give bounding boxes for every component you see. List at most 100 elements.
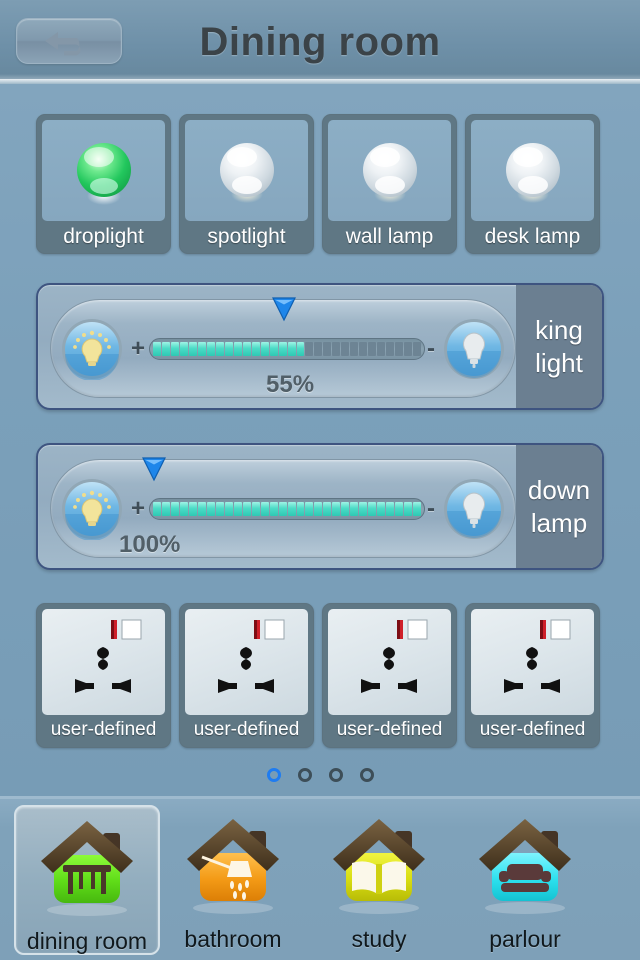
dimmer-segment (153, 341, 161, 356)
nav-item-parlour[interactable]: parlour (452, 805, 598, 955)
dimmer-segment (242, 501, 251, 516)
dimmer-segment (368, 501, 377, 516)
dimmer-segment (278, 341, 287, 356)
main-content: droplight spotlight wall lamp desk lamp … (0, 84, 640, 796)
slider-thumb-icon[interactable] (141, 456, 167, 482)
nav-item-label: bathroom (184, 926, 282, 952)
dimmer-segment (233, 501, 242, 516)
dimmer-segment (224, 341, 233, 356)
dimmer-segment (215, 341, 224, 356)
dimmer-segment (188, 501, 197, 516)
light-tile-desk-lamp[interactable]: desk lamp (465, 114, 600, 254)
bulb-bright-icon[interactable] (61, 478, 123, 541)
dimmer-segment (341, 341, 350, 356)
light-tile-droplight[interactable]: droplight (36, 114, 171, 254)
dimmer-segment (161, 501, 170, 516)
dimmer-segment (341, 501, 350, 516)
socket-tile-1[interactable]: user-defined (36, 603, 171, 748)
dimmer-segment (296, 341, 305, 356)
brightness-decrease-sign[interactable]: - (427, 335, 435, 363)
page-indicator (0, 768, 640, 782)
dimmer-segment (224, 501, 233, 516)
dimmer-segment (153, 501, 161, 516)
nav-item-label: parlour (489, 926, 561, 952)
light-tile-row: droplight spotlight wall lamp desk lamp (36, 114, 604, 254)
dimmer-segment (305, 501, 314, 516)
dimmer-segment (368, 341, 377, 356)
dimmer-segment (206, 501, 215, 516)
socket-tile-label: user-defined (479, 719, 586, 740)
dimmer-segment (242, 341, 251, 356)
nav-item-bathroom[interactable]: bathroom (160, 805, 306, 955)
dimmer-segment (179, 341, 188, 356)
page-dot-2[interactable] (297, 768, 312, 782)
light-tile-label: droplight (63, 225, 144, 248)
bulb-dim-icon[interactable] (443, 318, 505, 380)
dimmer-segment (260, 501, 269, 516)
dimmer-segment (404, 341, 413, 356)
brightness-increase-sign[interactable]: + (131, 335, 145, 363)
dimmer-segment (413, 501, 422, 516)
dimmer-track-down-lamp[interactable] (149, 497, 425, 520)
dimmer-segment (359, 341, 368, 356)
brightness-increase-sign[interactable]: + (131, 495, 145, 523)
socket-tile-3[interactable]: user-defined (322, 603, 457, 748)
tile-face (42, 120, 165, 221)
page-dot-4[interactable] (359, 768, 374, 782)
dimmer-name-down-lamp: down lamp (516, 445, 602, 568)
dimmer-segment (332, 501, 341, 516)
dimmer-value-down-lamp: 100% (119, 531, 181, 558)
dimmer-segment (233, 341, 242, 356)
light-tile-label: desk lamp (484, 225, 581, 248)
dimmer-track-king-light[interactable] (149, 337, 425, 360)
dimmer-panel-king-light: + 55% - king light (36, 283, 604, 410)
dimmer-segment (188, 341, 197, 356)
dimmer-segment (197, 341, 206, 356)
dimmer-segment (260, 341, 269, 356)
power-socket-icon (42, 609, 165, 720)
dimmer-segment (386, 501, 395, 516)
nav-item-label: dining room (26, 928, 148, 954)
dimmer-name-king-light: king light (516, 285, 602, 408)
dimmer-segment (332, 341, 341, 356)
bulb-bright-icon[interactable] (61, 318, 123, 381)
bottom-nav-bar: dining room bathroom study parlour (0, 796, 640, 960)
bulb-dim-icon[interactable] (443, 478, 505, 540)
dimmer-name-line1: king (535, 315, 583, 345)
dimmer-segment (323, 341, 332, 356)
nav-item-dining-room[interactable]: dining room (14, 805, 160, 955)
page-dot-3[interactable] (328, 768, 343, 782)
socket-tile-label: user-defined (50, 719, 157, 740)
dimmer-segment (377, 501, 386, 516)
page-dot-1[interactable] (266, 768, 281, 782)
nav-item-study[interactable]: study (306, 805, 452, 955)
dimmer-segment (170, 341, 179, 356)
nav-item-label: study (351, 926, 407, 952)
dimmer-segment (404, 501, 413, 516)
dimmer-panel-down-lamp: + 100% - down lamp (36, 443, 604, 570)
dimmer-segment (269, 501, 278, 516)
slider-thumb-icon[interactable] (271, 296, 297, 322)
dimmer-segment (197, 501, 206, 516)
power-socket-icon (185, 609, 308, 720)
dimmer-segment (314, 341, 323, 356)
light-tile-spotlight[interactable]: spotlight (179, 114, 314, 254)
light-tile-wall-lamp[interactable]: wall lamp (322, 114, 457, 254)
dimmer-value-king-light: 55% (266, 371, 315, 398)
page-title: Dining room (199, 20, 441, 64)
power-socket-icon (471, 609, 594, 720)
dimmer-segment (386, 341, 395, 356)
socket-tile-label: user-defined (193, 719, 300, 740)
brightness-decrease-sign[interactable]: - (427, 495, 435, 523)
dimmer-name-line1: down (527, 475, 591, 505)
dimmer-segment (287, 341, 296, 356)
socket-tile-2[interactable]: user-defined (179, 603, 314, 748)
dimmer-segment (296, 501, 305, 516)
power-socket-icon (328, 609, 451, 720)
dimmer-segment (350, 501, 359, 516)
socket-tile-4[interactable]: user-defined (465, 603, 600, 748)
dimmer-segment (278, 501, 287, 516)
dimmer-segment (206, 341, 215, 356)
dimmer-body: + 100% - (50, 456, 516, 558)
house-sofa-icon (466, 811, 584, 924)
